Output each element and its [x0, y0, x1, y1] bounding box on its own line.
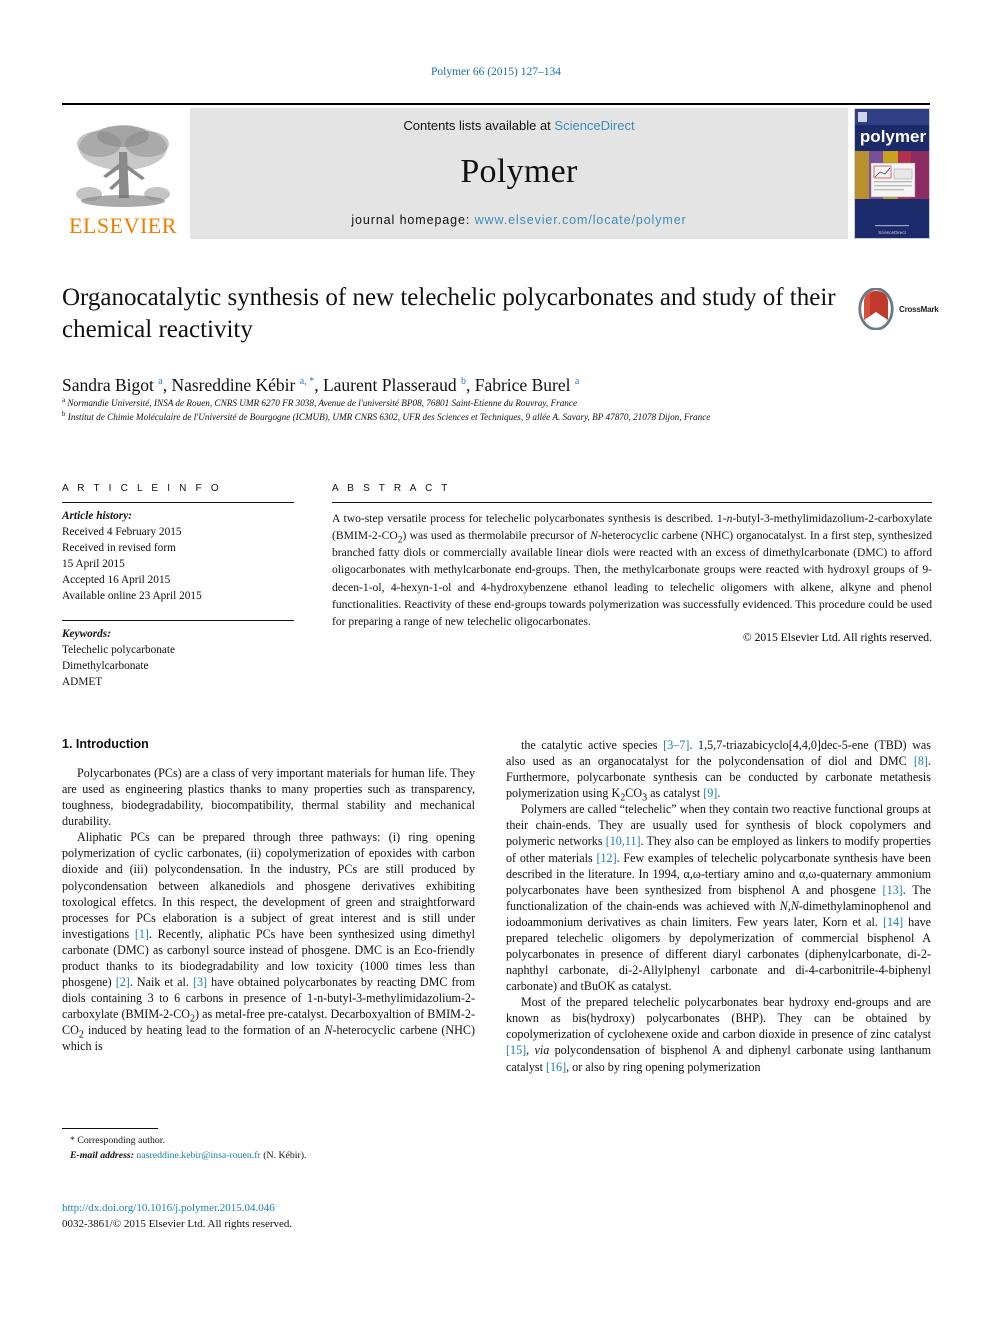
- corresponding-author-footnote: * Corresponding author. E-mail address: …: [62, 1128, 475, 1163]
- contents-available-line: Contents lists available at ScienceDirec…: [403, 118, 634, 133]
- author-list: Sandra Bigot a, Nasreddine Kébir a, *, L…: [62, 375, 580, 395]
- footnote-rule: [62, 1128, 158, 1129]
- keyword-item: Dimethylcarbonate: [62, 660, 149, 673]
- svg-text:polymer: polymer: [860, 127, 927, 146]
- sciencedirect-link[interactable]: ScienceDirect: [554, 118, 634, 133]
- elsevier-wordmark: ELSEVIER: [69, 213, 177, 238]
- article-title-block: Organocatalytic synthesis of new teleche…: [62, 282, 852, 345]
- abstract-heading: A B S T R A C T: [332, 483, 451, 494]
- body-column-left: 1. Introduction Polycarbonates (PCs) are…: [62, 737, 475, 1054]
- keywords-block: Keywords: Telechelic polycarbonate Dimet…: [62, 621, 294, 690]
- elsevier-tree-icon: [76, 125, 170, 207]
- contents-prefix: Contents lists available at: [403, 118, 555, 133]
- keyword-item: Telechelic polycarbonate: [62, 644, 176, 657]
- journal-title: Polymer: [460, 153, 578, 190]
- email-link[interactable]: nasreddine.kebir@insa-rouen.fr: [136, 1150, 260, 1161]
- article-info-column: Article history: Received 4 February 201…: [62, 502, 294, 690]
- section-title-introduction: 1. Introduction: [62, 737, 149, 751]
- paragraph: Most of the prepared telechelic polycarb…: [506, 995, 931, 1074]
- issn-copyright: 0032-3861/© 2015 Elsevier Ltd. All right…: [62, 1217, 293, 1230]
- doi-link[interactable]: http://dx.doi.org/10.1016/j.polymer.2015…: [62, 1201, 492, 1217]
- history-item: Available online 23 April 2015: [62, 590, 202, 603]
- journal-cover-thumbnail: polymer ScienceDirect: [854, 108, 930, 239]
- keyword-item: ADMET: [62, 676, 103, 689]
- body-column-right: the catalytic active species [3–7]. 1,5,…: [506, 737, 931, 1075]
- abstract-column: A two-step versatile process for teleche…: [332, 502, 932, 644]
- crossmark-badge[interactable]: CrossMark: [856, 286, 942, 332]
- article-history-block: Article history: Received 4 February 201…: [62, 503, 294, 604]
- cover-art-icon: polymer ScienceDirect: [855, 109, 929, 238]
- svg-text:ScienceDirect: ScienceDirect: [878, 230, 907, 235]
- footnote-email-line: E-mail address: nasreddine.kebir@insa-ro…: [62, 1149, 475, 1164]
- history-item: Received 4 February 2015: [62, 526, 182, 539]
- email-suffix: (N. Kébir).: [263, 1149, 307, 1161]
- abstract-text: A two-step versatile process for teleche…: [332, 512, 932, 628]
- affiliation-a: a Normandie Université, INSA de Rouen, C…: [62, 395, 578, 408]
- page-footer: http://dx.doi.org/10.1016/j.polymer.2015…: [62, 1201, 492, 1233]
- article-info-heading: A R T I C L E I N F O: [62, 483, 222, 494]
- running-head: Polymer 66 (2015) 127–134: [430, 66, 561, 78]
- journal-homepage-link[interactable]: www.elsevier.com/locate/polymer: [475, 213, 687, 227]
- history-item: Accepted 16 April 2015: [62, 574, 171, 587]
- email-label: E-mail address:: [70, 1149, 134, 1161]
- affiliation-b: b Institut de Chimie Moléculaire de l'Un…: [62, 410, 711, 423]
- journal-homepage-line: journal homepage: www.elsevier.com/locat…: [351, 213, 686, 227]
- footnote-corresponding: * Corresponding author.: [70, 1135, 165, 1146]
- history-item: Received in revised form: [62, 542, 176, 555]
- journal-masthead: ELSEVIER Contents lists available at Sci…: [62, 103, 930, 240]
- article-title: Organocatalytic synthesis of new teleche…: [62, 284, 836, 343]
- homepage-prefix: journal homepage:: [351, 213, 475, 227]
- keywords-label: Keywords:: [62, 628, 111, 641]
- paragraph: the catalytic active species [3–7]. 1,5,…: [506, 738, 931, 804]
- affiliations: a Normandie Université, INSA de Rouen, C…: [62, 396, 932, 425]
- crossmark-icon: [858, 288, 894, 330]
- journal-article-page: Polymer 66 (2015) 127–134 ELSEVIER Conte…: [0, 0, 992, 1323]
- paragraph: Aliphatic PCs can be prepared through th…: [62, 830, 475, 1054]
- article-history-label: Article history:: [62, 510, 132, 522]
- affiliation-a-text: Normandie Université, INSA de Rouen, CNR…: [67, 398, 578, 408]
- abstract-copyright: © 2015 Elsevier Ltd. All rights reserved…: [742, 631, 932, 645]
- paragraph: Polycarbonates (PCs) are a class of very…: [62, 766, 475, 829]
- history-item: 15 April 2015: [62, 558, 125, 571]
- crossmark-label: CrossMark: [899, 304, 939, 314]
- elsevier-logo: ELSEVIER: [62, 108, 184, 239]
- sciencedirect-banner: Contents lists available at ScienceDirec…: [190, 108, 848, 239]
- paragraph: Polymers are called “telechelic” when th…: [506, 802, 932, 994]
- affiliation-b-text: Institut de Chimie Moléculaire de l'Univ…: [67, 412, 711, 423]
